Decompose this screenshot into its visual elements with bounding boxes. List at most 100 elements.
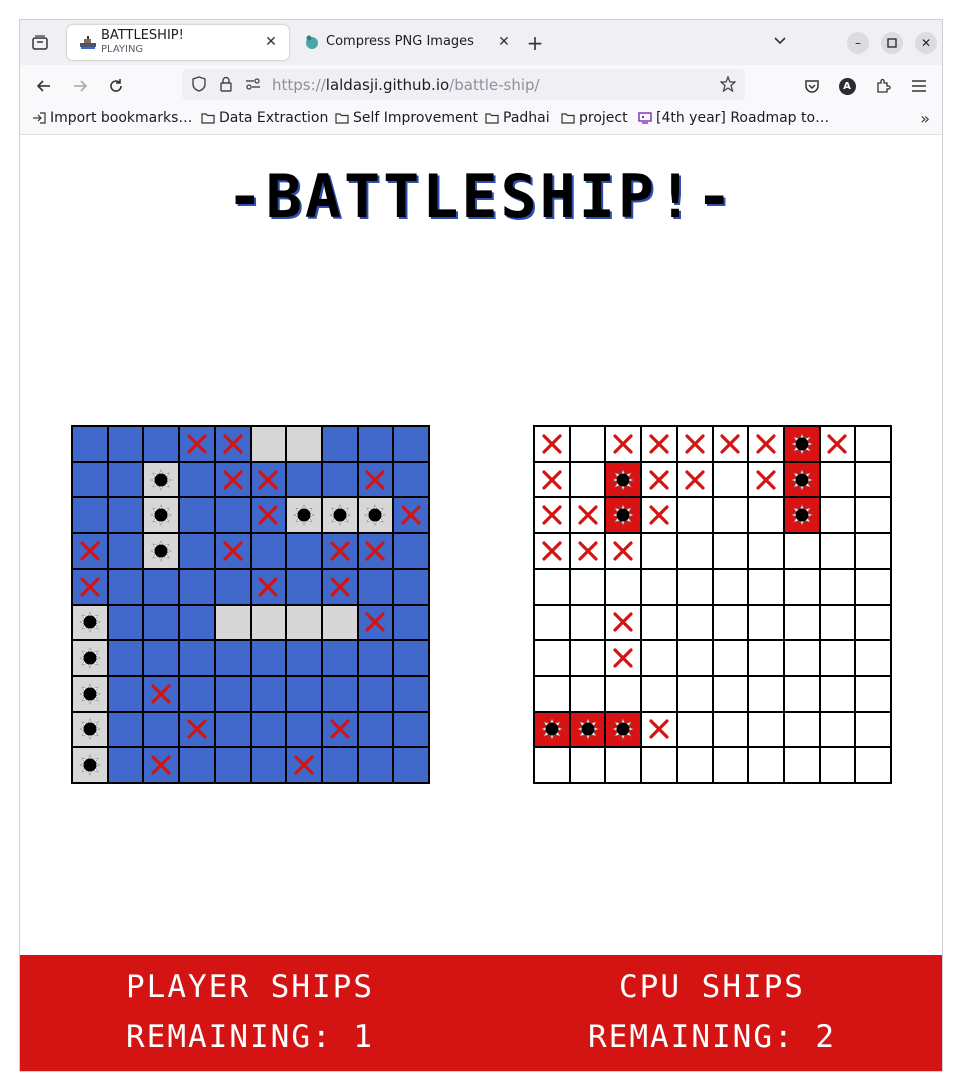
target-cell[interactable] [748,640,784,676]
target-cell[interactable] [819,461,856,498]
pocket-icon[interactable] [799,73,825,99]
close-tab-icon[interactable]: ✕ [496,34,512,50]
target-cell[interactable] [641,604,677,641]
target-cell[interactable] [748,604,784,641]
target-cell[interactable] [641,675,677,712]
target-cell[interactable] [641,568,677,605]
target-cell[interactable] [534,747,570,783]
target-cell[interactable] [783,568,820,605]
forward-arrow-icon[interactable] [67,73,93,99]
close-tab-icon[interactable]: ✕ [263,34,279,50]
target-cell[interactable] [605,675,642,712]
target-cell[interactable] [569,747,606,783]
target-cell[interactable] [534,675,570,712]
target-cell[interactable] [676,675,713,712]
target-cell[interactable] [569,461,606,498]
target-cell[interactable] [676,497,713,534]
target-cell[interactable] [712,497,749,534]
target-cell[interactable] [641,533,677,569]
bookmark-folder-project[interactable]: project [561,110,628,126]
menu-icon[interactable] [906,73,932,99]
target-cell[interactable] [855,533,891,569]
target-cell[interactable] [712,568,749,605]
target-cell[interactable] [855,568,891,605]
target-cell[interactable] [534,640,570,676]
target-cell[interactable] [605,568,642,605]
target-cell[interactable] [676,711,713,748]
target-cell[interactable] [819,568,856,605]
target-cell[interactable] [783,675,820,712]
target-cell[interactable] [819,675,856,712]
bookmark-star-icon[interactable] [719,75,737,93]
target-cell[interactable] [783,747,820,783]
target-cell[interactable] [783,533,820,569]
target-cell[interactable] [748,675,784,712]
target-cell[interactable] [748,533,784,569]
target-cell[interactable] [676,604,713,641]
target-cell[interactable] [855,426,891,462]
shield-icon[interactable] [190,75,208,93]
bookmark-folder-padhai[interactable]: Padhai [485,110,550,126]
reload-icon[interactable] [103,73,129,99]
target-cell[interactable] [855,711,891,748]
target-cell[interactable] [819,497,856,534]
tab-battleship[interactable]: BATTLESHIP! PLAYING ✕ [67,25,289,60]
target-cell[interactable] [712,461,749,498]
target-cell[interactable] [748,711,784,748]
url-text[interactable]: https://laldasji.github.io/battle-ship/ [272,76,540,94]
target-cell[interactable] [641,747,677,783]
maximize-button[interactable] [881,32,903,54]
back-arrow-icon[interactable] [31,73,57,99]
target-cell[interactable] [676,533,713,569]
tab-compress-png[interactable]: Compress PNG Images O ✕ [295,25,510,60]
list-all-tabs-icon[interactable] [772,32,792,52]
bookmark-import[interactable]: Import bookmarks… [32,110,192,126]
target-cell[interactable] [855,497,891,534]
target-cell[interactable] [712,640,749,676]
target-cell[interactable] [569,675,606,712]
target-cell[interactable] [783,711,820,748]
bookmark-folder-self-improvement[interactable]: Self Improvement [335,110,478,126]
new-tab-button[interactable]: + [523,31,547,55]
target-cell[interactable] [819,711,856,748]
target-cell[interactable] [748,497,784,534]
target-cell[interactable] [783,640,820,676]
target-cell[interactable] [569,568,606,605]
bookmark-roadmap[interactable]: [4th year] Roadmap to… [638,110,829,126]
target-cell[interactable] [748,747,784,783]
target-cell[interactable] [569,604,606,641]
target-cell[interactable] [855,675,891,712]
permissions-icon[interactable] [244,75,262,93]
target-cell[interactable] [855,461,891,498]
account-avatar[interactable]: A [834,73,860,99]
target-cell[interactable] [712,711,749,748]
target-cell[interactable] [855,640,891,676]
minimize-button[interactable]: – [847,32,869,54]
target-cell[interactable] [534,568,570,605]
target-cell[interactable] [676,747,713,783]
target-cell[interactable] [855,604,891,641]
extensions-icon[interactable] [870,73,896,99]
target-cell[interactable] [534,604,570,641]
target-cell[interactable] [855,747,891,783]
target-cell[interactable] [676,568,713,605]
target-cell[interactable] [712,747,749,783]
target-cell[interactable] [712,604,749,641]
target-cell[interactable] [605,747,642,783]
target-cell[interactable] [569,640,606,676]
target-cell[interactable] [569,426,606,462]
target-cell[interactable] [676,640,713,676]
target-cell[interactable] [712,533,749,569]
tabs-overview-icon[interactable] [28,32,52,54]
target-cell[interactable] [783,604,820,641]
more-bookmarks-chevron-icon[interactable]: » [920,109,930,128]
target-cell[interactable] [748,568,784,605]
bookmark-folder-data-extraction[interactable]: Data Extraction [201,110,328,126]
url-bar[interactable]: https://laldasji.github.io/battle-ship/ [182,69,745,100]
target-cell[interactable] [641,640,677,676]
lock-icon[interactable] [217,75,235,93]
cpu-board[interactable] [533,425,892,784]
target-cell[interactable] [712,675,749,712]
target-cell[interactable] [819,640,856,676]
close-window-button[interactable]: ✕ [915,32,937,54]
